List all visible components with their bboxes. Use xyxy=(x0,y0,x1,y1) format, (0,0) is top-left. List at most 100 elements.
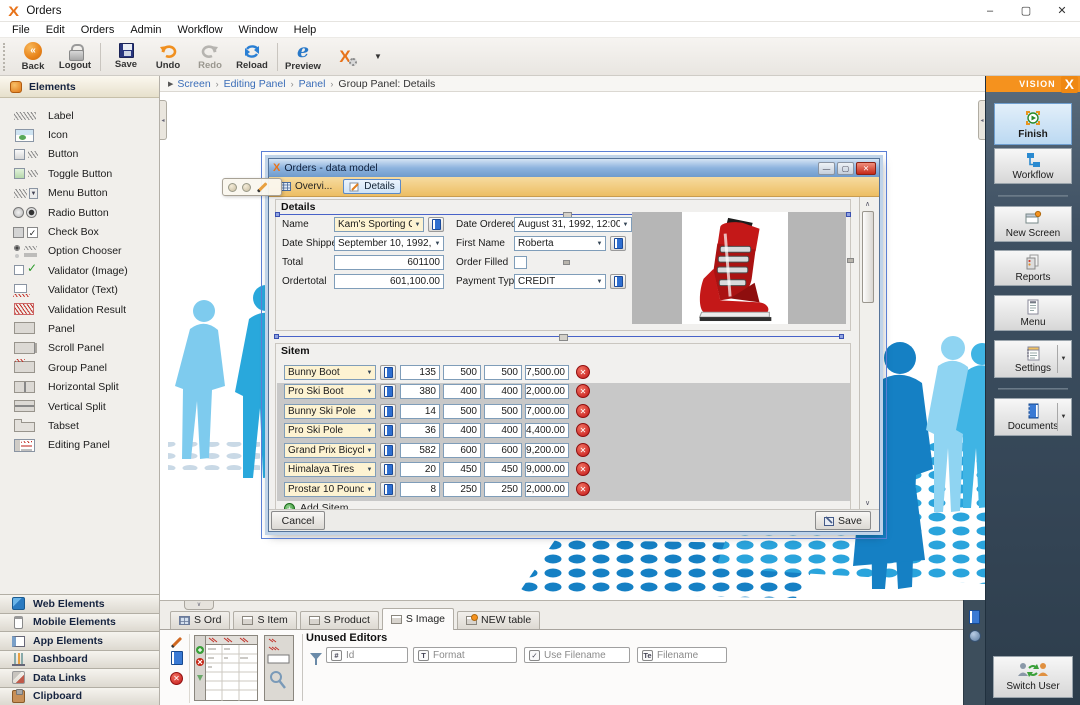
workflow-button[interactable]: Workflow xyxy=(994,148,1072,184)
preview-button[interactable]: ePreview xyxy=(282,40,324,74)
dialog-title-bar[interactable]: X Orders - data model — ▢ ✕ xyxy=(269,159,879,177)
first-name-lookup-button[interactable] xyxy=(610,236,626,251)
sidebar-item-mobile-elements[interactable]: Mobile Elements xyxy=(0,613,159,632)
qty-field[interactable]: 36 xyxy=(400,423,440,438)
menu-workflow[interactable]: Workflow xyxy=(170,24,231,36)
design-canvas[interactable]: ◂ ◂ X Orders - data model — ▢ ✕ Overvi xyxy=(160,92,985,600)
pencil-icon[interactable] xyxy=(171,637,182,648)
documents-button[interactable]: Documents ▼ xyxy=(994,398,1072,436)
sidebar-item-app-elements[interactable]: App Elements xyxy=(0,631,159,650)
product-combo[interactable]: Pro Ski Pole▼ xyxy=(284,423,376,438)
delete-row-button[interactable]: ✕ xyxy=(576,423,590,437)
product-lookup-button[interactable] xyxy=(380,423,396,438)
globe-icon[interactable] xyxy=(969,630,981,642)
editor-chip-filename[interactable]: TeFilename xyxy=(637,647,727,663)
unit-price-field[interactable]: 400 xyxy=(443,423,481,438)
product-combo[interactable]: Prostar 10 Pound We▼ xyxy=(284,482,376,497)
unit-price-field[interactable]: 600 xyxy=(443,443,481,458)
new-screen-button[interactable]: New Screen xyxy=(994,206,1072,242)
unit-price-field[interactable]: 450 xyxy=(443,462,481,477)
editor-chip-format[interactable]: TFormat xyxy=(413,647,517,663)
unit-price-field[interactable]: 500 xyxy=(443,365,481,380)
elements-panel-header[interactable]: Elements xyxy=(0,76,159,98)
menu-button[interactable]: Menu xyxy=(994,295,1072,331)
element-vertical-split[interactable]: Vertical Split xyxy=(13,397,159,416)
product-combo[interactable]: Himalaya Tires▼ xyxy=(284,462,376,477)
unit-price2-field[interactable]: 450 xyxy=(484,462,522,477)
reload-button[interactable]: Reload xyxy=(231,40,273,74)
back-button[interactable]: «Back xyxy=(12,40,54,74)
total-field[interactable]: 601100 xyxy=(334,255,444,270)
tab-overview[interactable]: Overvi... xyxy=(275,180,337,193)
delete-row-button[interactable]: ✕ xyxy=(576,365,590,379)
product-combo[interactable]: Bunny Boot▼ xyxy=(284,365,376,380)
sidebar-item-data-links[interactable]: Data Links xyxy=(0,668,159,687)
unit-price2-field[interactable]: 400 xyxy=(484,384,522,399)
tab-new-table[interactable]: NEW table xyxy=(457,611,540,629)
element-check-box[interactable]: ✓Check Box xyxy=(13,222,159,241)
product-lookup-button[interactable] xyxy=(380,384,396,399)
delete-row-button[interactable]: ✕ xyxy=(576,462,590,476)
element-icon[interactable]: Icon xyxy=(13,125,159,144)
unit-price2-field[interactable]: 500 xyxy=(484,365,522,380)
unit-price-field[interactable]: 500 xyxy=(443,404,481,419)
qty-field[interactable]: 380 xyxy=(400,384,440,399)
qty-field[interactable]: 135 xyxy=(400,365,440,380)
tab-s-product[interactable]: S Product xyxy=(300,611,379,629)
unit-price-field[interactable]: 250 xyxy=(443,482,481,497)
editor-chip-id[interactable]: #Id xyxy=(326,647,408,663)
element-button[interactable]: Button xyxy=(13,145,159,164)
sitem-group-panel[interactable]: Sitem Bunny Boot▼ 135 500 500 67,500.00 … xyxy=(275,343,851,509)
menu-orders[interactable]: Orders xyxy=(73,24,123,36)
brand-menu-button[interactable]: X xyxy=(324,40,366,74)
sidebar-item-web-elements[interactable]: Web Elements xyxy=(0,594,159,613)
order-filled-checkbox[interactable] xyxy=(514,256,527,269)
product-lookup-button[interactable] xyxy=(380,482,396,497)
notebook-icon[interactable] xyxy=(171,651,183,665)
tab-s-item[interactable]: S Item xyxy=(233,611,296,629)
unit-price2-field[interactable]: 600 xyxy=(484,443,522,458)
menu-edit[interactable]: Edit xyxy=(38,24,73,36)
redo-button[interactable]: Redo xyxy=(189,40,231,74)
dialog-scrollbar[interactable]: ∧ ∨ xyxy=(859,197,874,509)
settings-button[interactable]: Settings ▼ xyxy=(994,340,1072,378)
details-group-panel[interactable]: Details Name Kam's Sporting Good▼ Date O… xyxy=(275,199,851,331)
unit-price-field[interactable]: 400 xyxy=(443,384,481,399)
cancel-button[interactable]: Cancel xyxy=(271,511,325,530)
tab-s-ord[interactable]: S Ord xyxy=(170,611,230,629)
mini-toolbar-button-icon[interactable] xyxy=(228,183,237,192)
element-horizontal-split[interactable]: Horizontal Split xyxy=(13,377,159,396)
amount-field[interactable]: 67,500.00 xyxy=(525,365,569,380)
selection-handle[interactable] xyxy=(847,258,854,263)
product-lookup-button[interactable] xyxy=(380,365,396,380)
logout-button[interactable]: Logout xyxy=(54,40,96,74)
sidebar-item-dashboard[interactable]: Dashboard xyxy=(0,650,159,669)
menu-file[interactable]: File xyxy=(4,24,38,36)
delete-row-button[interactable]: ✕ xyxy=(576,384,590,398)
qty-field[interactable]: 14 xyxy=(400,404,440,419)
product-lookup-button[interactable] xyxy=(380,462,396,477)
amount-field[interactable]: 7,000.00 xyxy=(525,404,569,419)
payment-type-combo[interactable]: CREDIT▼ xyxy=(514,274,606,289)
dialog-maximize-button[interactable]: ▢ xyxy=(837,162,854,175)
tab-s-image[interactable]: S Image xyxy=(382,608,454,630)
amount-field[interactable]: 2,000.00 xyxy=(525,482,569,497)
editor-chip-use-filename[interactable]: ✓Use Filename xyxy=(524,647,630,663)
element-toggle-button[interactable]: Toggle Button xyxy=(13,164,159,183)
product-combo[interactable]: Pro Ski Boot▼ xyxy=(284,384,376,399)
breadcrumb-editing-panel[interactable]: Editing Panel xyxy=(224,78,286,90)
element-validation-result[interactable]: Validation Result xyxy=(13,300,159,319)
element-panel[interactable]: Panel xyxy=(13,319,159,338)
filter-icon[interactable] xyxy=(310,652,324,666)
dialog-save-button[interactable]: Save xyxy=(815,511,871,530)
splitter-selection-line[interactable] xyxy=(275,336,843,337)
element-validator-image[interactable]: ✓Validator (Image) xyxy=(13,261,159,280)
unit-price2-field[interactable]: 400 xyxy=(484,423,522,438)
product-lookup-button[interactable] xyxy=(380,404,396,419)
toolbar-dropdown-button[interactable]: ▼ xyxy=(366,52,390,61)
element-label[interactable]: Label xyxy=(13,106,159,125)
mini-toolbar-button-icon[interactable] xyxy=(242,183,251,192)
element-tabset[interactable]: Tabset xyxy=(13,416,159,435)
sidebar-item-clipboard[interactable]: Clipboard xyxy=(0,687,159,705)
mini-toolbar-pencil-icon[interactable] xyxy=(257,182,267,192)
